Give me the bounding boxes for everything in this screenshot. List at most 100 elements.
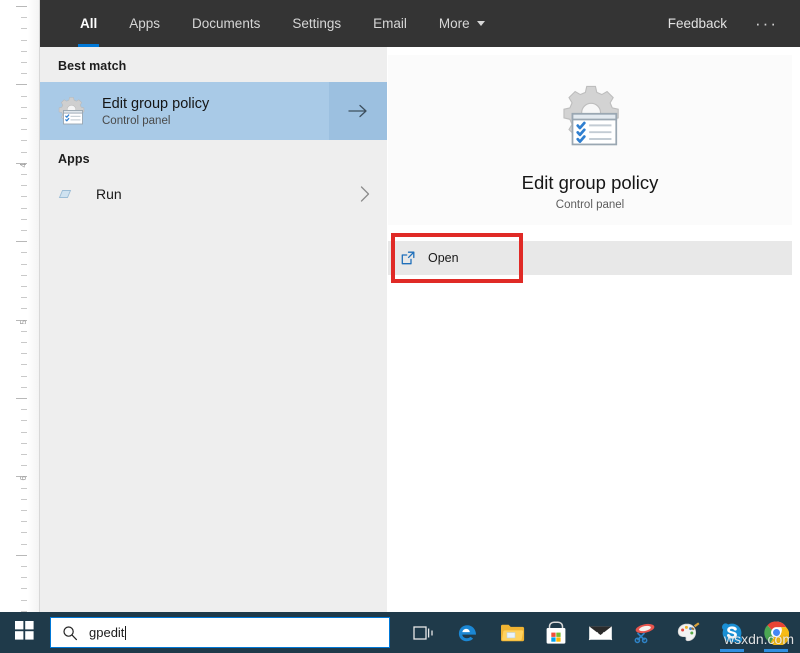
tab-settings[interactable]: Settings: [276, 0, 357, 47]
divider: [388, 225, 792, 226]
group-policy-icon: [40, 82, 102, 140]
ruler-tick: [21, 521, 27, 522]
microsoft-store-icon[interactable]: [534, 612, 578, 653]
ruler-tick: [21, 73, 27, 74]
preview-header: Edit group policy Control panel: [388, 55, 792, 225]
ruler-tick: [21, 252, 27, 253]
ruler-tick: [21, 588, 27, 589]
search-icon: [51, 625, 89, 641]
tab-all[interactable]: All: [64, 0, 113, 47]
ruler-number: 5: [19, 320, 28, 324]
ruler-tick: [21, 532, 27, 533]
task-view-icon[interactable]: [402, 612, 446, 653]
best-match-result[interactable]: Edit group policy Control panel: [40, 82, 387, 140]
tab-documents[interactable]: Documents: [176, 0, 276, 47]
tab-settings-label: Settings: [292, 16, 341, 31]
best-match-heading: Best match: [40, 47, 387, 82]
open-action-label: Open: [428, 251, 459, 265]
tab-more-label: More: [439, 16, 470, 31]
list-item[interactable]: Run: [40, 175, 387, 213]
ruler-tick: [21, 28, 27, 29]
ruler-tick: [21, 566, 27, 567]
ruler-tick: [21, 219, 27, 220]
ruler-tick: [21, 286, 27, 287]
ruler-tick: [16, 241, 27, 242]
text-cursor: [125, 626, 126, 640]
tab-apps-label: Apps: [129, 16, 160, 31]
ruler-tick: [21, 308, 27, 309]
ruler-tick: [21, 264, 27, 265]
snipping-tool-icon[interactable]: [622, 612, 666, 653]
feedback-button[interactable]: Feedback: [658, 16, 737, 31]
taskbar: gpedit: [0, 612, 800, 653]
list-item-label: Run: [96, 186, 343, 202]
ruler-tick: [21, 174, 27, 175]
ruler-tick: [21, 420, 27, 421]
edge-icon[interactable]: [446, 612, 490, 653]
ruler-tick: [16, 555, 27, 556]
ruler-tick: [21, 454, 27, 455]
ruler-tick: [21, 577, 27, 578]
ruler-tick: [21, 275, 27, 276]
ruler-tick: [21, 432, 27, 433]
paint-icon[interactable]: [666, 612, 710, 653]
mail-icon[interactable]: [578, 612, 622, 653]
ruler-tick: [21, 409, 27, 410]
ruler-tick: [21, 96, 27, 97]
best-match-subtitle: Control panel: [102, 115, 329, 127]
ruler-tick: [21, 364, 27, 365]
tab-email-label: Email: [373, 16, 407, 31]
ruler-tick: [21, 118, 27, 119]
ruler-tick: [21, 600, 27, 601]
ruler-tick: [21, 342, 27, 343]
ruler-tick: [21, 62, 27, 63]
search-input-value: gpedit: [89, 625, 124, 640]
ruler-tick: [21, 196, 27, 197]
ruler-tick: [21, 152, 27, 153]
chevron-down-icon: [477, 21, 485, 26]
ruler-tick: [21, 107, 27, 108]
group-policy-icon: [555, 81, 625, 156]
overflow-menu-icon[interactable]: ···: [737, 14, 792, 34]
ruler-tick: [21, 40, 27, 41]
chrome-icon[interactable]: [754, 612, 798, 653]
ruler-number: 4: [19, 163, 28, 167]
tab-email[interactable]: Email: [357, 0, 423, 47]
tab-all-label: All: [80, 16, 97, 31]
ruler-tick: [21, 488, 27, 489]
taskbar-icons: [402, 612, 798, 653]
tab-documents-label: Documents: [192, 16, 260, 31]
ruler-tick: [21, 510, 27, 511]
results-panel: Best match Edit group policy: [40, 47, 387, 612]
ruler-tick: [21, 499, 27, 500]
ruler-tick: [21, 387, 27, 388]
start-button[interactable]: [0, 612, 48, 653]
best-match-text: Edit group policy Control panel: [102, 82, 329, 140]
skype-icon[interactable]: [710, 612, 754, 653]
preview-subtitle: Control panel: [556, 199, 624, 211]
apps-heading: Apps: [40, 140, 387, 175]
ruler-tick: [21, 140, 27, 141]
search-input[interactable]: gpedit: [50, 617, 390, 648]
ruler-tick: [21, 51, 27, 52]
ruler-tick: [21, 208, 27, 209]
vertical-ruler: 4 5 6: [0, 0, 40, 612]
search-flyout: All Apps Documents Settings Email More F…: [40, 0, 800, 612]
ruler-tick: [21, 129, 27, 130]
expand-arrow-button[interactable]: [329, 82, 387, 140]
tab-apps[interactable]: Apps: [113, 0, 176, 47]
ruler-tick: [21, 353, 27, 354]
preview-title: Edit group policy: [522, 172, 659, 194]
open-action-row[interactable]: Open: [388, 241, 792, 275]
tab-more[interactable]: More: [423, 0, 501, 47]
best-match-title: Edit group policy: [102, 95, 329, 113]
chevron-right-icon[interactable]: [343, 185, 387, 203]
ruler-tick: [21, 331, 27, 332]
search-tab-bar: All Apps Documents Settings Email More F…: [40, 0, 800, 47]
file-explorer-icon[interactable]: [490, 612, 534, 653]
ruler-tick: [21, 443, 27, 444]
preview-panel: Edit group policy Control panel Open: [388, 55, 792, 605]
ruler-tick: [21, 297, 27, 298]
ruler-number: 6: [19, 476, 28, 480]
run-icon: [58, 187, 96, 201]
